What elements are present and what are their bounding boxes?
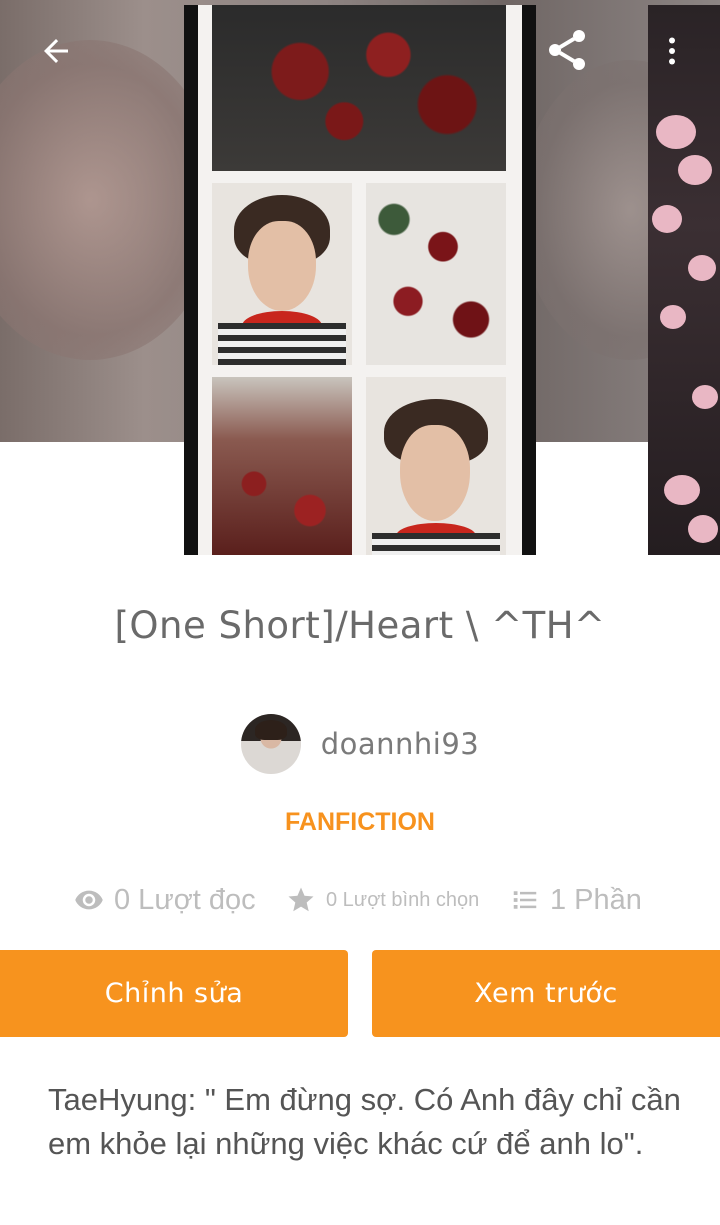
reads-stat: 0 Lượt đọc [74, 875, 256, 925]
back-button[interactable] [32, 27, 80, 75]
author-avatar[interactable] [240, 714, 301, 774]
next-cover-thumbnail[interactable] [648, 5, 720, 555]
share-button[interactable] [543, 26, 591, 74]
book-cover[interactable] [184, 5, 536, 555]
star-icon [288, 887, 314, 912]
list-icon [513, 891, 537, 909]
cover-collage [198, 5, 522, 555]
more-options-button[interactable] [648, 27, 696, 75]
story-category[interactable]: FANFICTION [0, 808, 720, 837]
parts-count: 1 Phần [550, 883, 642, 916]
edit-button[interactable]: Chỉnh sửa [0, 950, 348, 1037]
reads-count: 0 Lượt đọc [114, 883, 256, 916]
story-stats: 0 Lượt đọc 0 Lượt bình chọn 1 Phần [0, 875, 720, 925]
votes-stat: 0 Lượt bình chọn [286, 875, 479, 925]
story-title: [One Short]/Heart \ ^TH^ [114, 604, 606, 647]
arrow-left-icon [44, 39, 68, 63]
author-row[interactable]: doannhi93 [0, 713, 720, 775]
share-icon [549, 30, 585, 70]
eye-icon [75, 890, 103, 910]
story-description: TaeHyung: " Em đừng sợ. Có Anh đây chỉ c… [48, 1082, 681, 1161]
parts-stat: 1 Phần [510, 875, 642, 925]
preview-button[interactable]: Xem trước [372, 950, 720, 1037]
votes-count: 0 Lượt bình chọn [326, 888, 480, 911]
author-name[interactable]: doannhi93 [321, 727, 480, 761]
more-vertical-icon [669, 37, 675, 65]
